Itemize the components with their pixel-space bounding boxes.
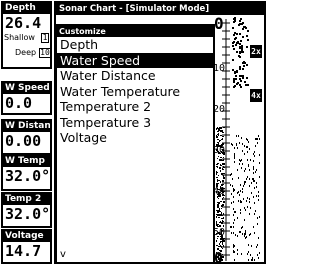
menu-item[interactable]: Water Speed xyxy=(57,52,213,68)
chart-title: Sonar Chart - [Simulator Mode] xyxy=(56,3,264,15)
water-distance-panel[interactable]: W Distanc 0.00 xyxy=(1,119,52,155)
zoom-2x-badge[interactable]: 2x xyxy=(250,45,262,58)
scroll-down-arrow-icon[interactable]: v xyxy=(60,250,66,260)
water-speed-value: 0.0 xyxy=(5,94,33,112)
shallow-alarm-label: Shallow xyxy=(4,33,35,42)
menu-item[interactable]: Voltage xyxy=(57,130,213,146)
shallow-alarm-value[interactable]: 1 xyxy=(41,33,49,43)
deep-alarm-value[interactable]: 10 xyxy=(39,48,50,58)
depth-header: Depth xyxy=(3,3,50,14)
sonar-screen: Depth 26.4 Shallow 1 Deep 10 W Speed 0.0… xyxy=(0,0,267,265)
temp2-header: Temp 2 xyxy=(3,194,50,205)
voltage-header: Voltage xyxy=(3,231,50,242)
voltage-panel[interactable]: Voltage 14.7 xyxy=(1,229,52,264)
temp2-value: 32.0° xyxy=(5,205,51,223)
depth-panel[interactable]: Depth 26.4 Shallow 1 Deep 10 xyxy=(1,1,52,69)
water-speed-header: W Speed xyxy=(3,83,50,94)
deep-alarm-label: Deep xyxy=(15,48,37,57)
menu-item[interactable]: Water Distance xyxy=(57,68,213,84)
water-temp-panel[interactable]: W Temp 32.0° xyxy=(1,154,52,191)
depth-scale-top-label: 0 xyxy=(214,15,224,33)
depth-value: 26.4 xyxy=(5,14,42,32)
water-temp-value: 32.0° xyxy=(5,167,51,185)
menu-item[interactable]: Depth xyxy=(57,37,213,53)
zoom-4x-badge[interactable]: 4x xyxy=(250,89,262,102)
water-distance-header: W Distanc xyxy=(3,121,50,132)
menu-item[interactable]: Temperature 3 xyxy=(57,115,213,131)
voltage-value: 14.7 xyxy=(5,242,42,260)
menu-item[interactable]: Water Temperature xyxy=(57,84,213,100)
customize-menu-list: Depth Water Speed Water Distance Water Temp… xyxy=(57,37,213,146)
customize-menu[interactable]: Customize Depth Water Speed Water Distance… xyxy=(55,24,215,264)
water-distance-value: 0.00 xyxy=(5,132,42,150)
water-speed-panel[interactable]: W Speed 0.0 xyxy=(1,81,52,115)
customize-menu-title: Customize xyxy=(57,26,213,37)
temp2-panel[interactable]: Temp 2 32.0° xyxy=(1,192,52,228)
water-temp-header: W Temp xyxy=(3,156,50,167)
menu-item[interactable]: Temperature 2 xyxy=(57,99,213,115)
